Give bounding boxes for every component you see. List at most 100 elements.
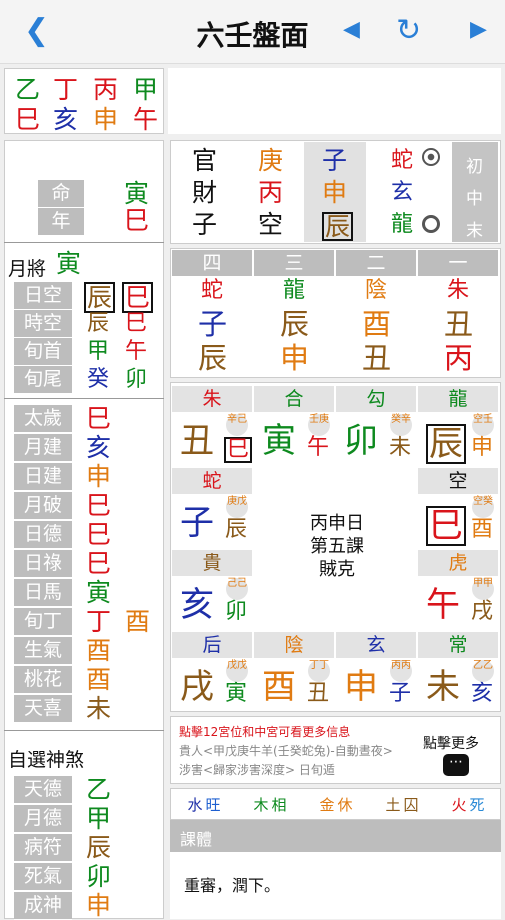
palace-cell[interactable]: 貴亥卯己己 (172, 548, 252, 628)
palace-sub: 寅 (225, 681, 248, 706)
sanchuan-liuqin: 官 (192, 146, 218, 175)
sike-down[interactable]: 丑 (362, 344, 391, 373)
palace-dungan-badge: 空壬 (472, 414, 494, 436)
sanchuan-dungan: 庚 (258, 146, 284, 175)
sanchuan-zhi[interactable]: 申 (322, 180, 347, 205)
palace-sub: 申 (471, 435, 494, 460)
shikong-val-2: 巳 (125, 311, 148, 336)
palace-main[interactable]: 卯 (344, 424, 378, 458)
sike-up[interactable]: 辰 (280, 310, 309, 339)
palace-dungan-badge: 丙丙 (390, 660, 412, 682)
nian-label: 年 (38, 208, 84, 236)
wuxing-item: 水旺 (172, 790, 236, 820)
wuxing-item: 土囚 (370, 790, 434, 820)
next-icon[interactable]: ▶ (470, 19, 487, 41)
wuxing-item: 火死 (436, 790, 500, 820)
sanchuan-dungan: 丙 (258, 178, 284, 207)
sike-up[interactable]: 丑 (444, 310, 473, 339)
sanchuan-zhi[interactable]: 辰 (322, 212, 354, 241)
zixuan-value: 申 (86, 891, 112, 920)
palace-cell[interactable]: 常未亥乙乙 (418, 630, 498, 710)
radio-day-icon[interactable] (422, 148, 440, 166)
zixuan-label: 死氣 (14, 863, 72, 891)
sike-jiang: 陰 (365, 278, 388, 303)
palace-cell[interactable]: 龍辰申空壬 (418, 384, 498, 464)
palace-cell[interactable]: 朱丑巳辛己 (172, 384, 253, 464)
palace-main[interactable]: 酉 (262, 670, 296, 704)
more-label[interactable]: 點擊更多 (423, 733, 479, 753)
shensha-value: 酉 (86, 636, 112, 665)
shensha-value-2: 酉 (125, 607, 151, 636)
shensha-label: 天喜 (14, 695, 72, 723)
sanchuan-dungan: 空 (258, 210, 284, 239)
divider (4, 730, 164, 731)
center-day: 丙申日 (310, 513, 364, 534)
rikong-label: 日空 (14, 282, 72, 310)
refresh-icon[interactable]: ↻ (396, 16, 421, 46)
sike-up[interactable]: 子 (198, 310, 227, 339)
palace-cell[interactable]: 合寅午壬庚 (254, 384, 334, 464)
shensha-value: 巳 (86, 549, 112, 578)
palace-main[interactable]: 申 (344, 670, 378, 704)
prev-icon[interactable]: ◀ (343, 19, 360, 41)
xunwei-label: 旬尾 (14, 366, 72, 394)
palace-sub: 戌 (471, 599, 494, 624)
sike-down[interactable]: 丙 (444, 344, 473, 373)
info-hint: 點擊12宮位和中宮可看更多信息 (179, 725, 351, 739)
shensha-label: 日馬 (14, 579, 72, 607)
sanchuan-jiang: 蛇 (391, 148, 414, 173)
sanchuan-liuqin: 財 (192, 178, 218, 207)
palace-cell[interactable]: 空巳酉空癸 (418, 466, 498, 546)
wuxing-element: 金 (319, 796, 335, 814)
sanchuan-zhi[interactable]: 子 (322, 148, 347, 173)
palace-main[interactable]: 未 (426, 670, 460, 704)
sike-up[interactable]: 酉 (362, 310, 391, 339)
zixuan-label: 月德 (14, 805, 72, 833)
palace-sub: 亥 (471, 681, 494, 706)
sanchuan-jiang: 龍 (391, 212, 414, 237)
palace-sub: 未 (389, 435, 412, 460)
sike-down[interactable]: 辰 (198, 344, 227, 373)
xunwei-val-2: 卯 (125, 367, 148, 392)
sanchuan-jiang: 玄 (391, 180, 414, 205)
palace-cell[interactable]: 后戌寅戊戊 (172, 630, 252, 710)
palace-dungan-badge: 己己 (226, 578, 248, 600)
palace-cell[interactable]: 勾卯未癸辛 (336, 384, 416, 464)
palace-main[interactable]: 子 (180, 506, 214, 540)
palace-main[interactable]: 巳 (426, 506, 466, 546)
sike-jiang: 蛇 (201, 278, 224, 303)
palace-jiang: 龍 (418, 386, 498, 412)
palace-jiang: 常 (418, 632, 498, 658)
center-lesson: 第五課 (310, 536, 364, 557)
palace-jiang: 朱 (172, 386, 252, 412)
sanchuan-order-label: 末 (466, 221, 483, 241)
xunshou-val-1: 甲 (87, 339, 110, 364)
nian-value: 巳 (124, 206, 150, 235)
palace-cell[interactable]: 蛇子辰庚戊 (172, 466, 252, 546)
palace-sub: 巳 (224, 437, 253, 463)
sanchuan-order-label: 初 (466, 157, 483, 177)
wuxing-element: 木 (253, 796, 269, 814)
info-line2: 涉害<歸家涉害深度> 日旬遁 (179, 763, 335, 777)
chat-more-icon[interactable]: ⋯ (443, 754, 469, 776)
center-palace[interactable]: 丙申日 第五課 賊克 (256, 512, 418, 581)
palace-cell[interactable]: 玄申子丙丙 (336, 630, 416, 710)
palace-main[interactable]: 亥 (180, 588, 214, 622)
zixuan-label: 成神 (14, 892, 72, 920)
sike-head: 二 (336, 250, 416, 276)
palace-main[interactable]: 戌 (180, 670, 214, 704)
shensha-label: 日德 (14, 521, 72, 549)
palace-main[interactable]: 辰 (426, 424, 466, 464)
palace-cell[interactable]: 虎午戌甲甲 (418, 548, 498, 628)
palace-main[interactable]: 寅 (262, 424, 296, 458)
shensha-label: 日建 (14, 463, 72, 491)
yuejiang-value: 寅 (56, 249, 82, 278)
palace-cell[interactable]: 陰酉丑丁丁 (254, 630, 334, 710)
radio-night-icon[interactable] (422, 215, 440, 233)
palace-main[interactable]: 午 (426, 588, 460, 622)
sike-down[interactable]: 申 (280, 344, 309, 373)
palace-jiang: 陰 (254, 632, 334, 658)
sike-head: 三 (254, 250, 334, 276)
palace-main[interactable]: 丑 (180, 424, 214, 458)
info-panel[interactable]: 點擊12宮位和中宮可看更多信息 貴人<甲戊庚牛羊(壬癸蛇兔)-自動晝夜> 涉害<… (170, 716, 501, 784)
